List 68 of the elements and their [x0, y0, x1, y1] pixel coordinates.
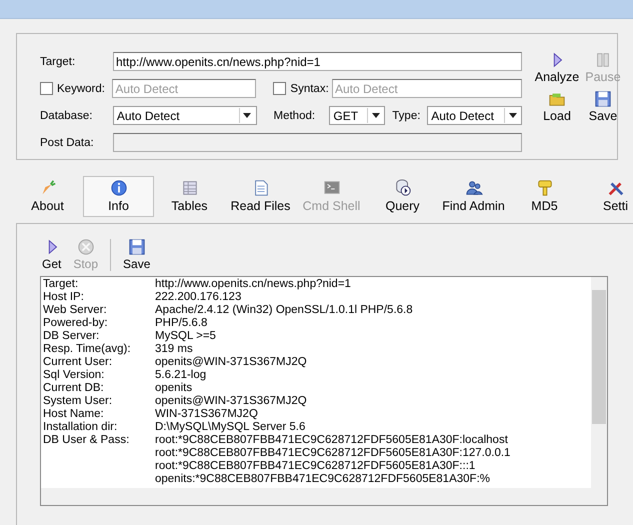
query-icon — [394, 179, 412, 197]
keyword-field[interactable]: Auto Detect — [112, 79, 256, 98]
vertical-scrollbar[interactable] — [591, 277, 607, 488]
post-data-label: Post Data: — [40, 136, 95, 148]
toolbar-tab[interactable]: Tables — [154, 176, 225, 217]
info-value: openits@WIN-371S367MJ2Q — [155, 395, 307, 408]
info-value: 319 ms — [155, 343, 193, 356]
type-label: Type: — [392, 110, 422, 122]
toolbar-tab[interactable]: Setti — [580, 176, 633, 217]
get-button[interactable]: Get — [40, 238, 64, 271]
toolbar-tab[interactable]: Query — [367, 176, 438, 217]
syntax-checkbox[interactable] — [273, 82, 286, 95]
info-value: PHP/5.6.8 — [155, 317, 208, 330]
target-label: Target: — [40, 56, 76, 68]
syntax-label: Syntax: — [290, 82, 330, 94]
syntax-field[interactable]: Auto Detect — [332, 79, 522, 98]
info-label: Resp. Time(avg): — [43, 343, 132, 356]
info-label: Current User: — [43, 356, 114, 369]
save-button[interactable]: Save — [121, 238, 152, 271]
info-value: 5.6.21-log — [155, 369, 206, 382]
toolbar-tab[interactable]: MD5 — [509, 176, 580, 217]
analyze-button[interactable]: Analyze — [532, 51, 582, 84]
table-icon — [180, 179, 198, 197]
toolbar-tab[interactable]: Find Admin — [438, 176, 509, 217]
load-button[interactable]: Load — [532, 90, 582, 123]
info-value: WIN-371S367MJ2Q — [155, 408, 258, 421]
toolbar-tab[interactable]: Info — [83, 176, 154, 217]
keyword-label: Keyword: — [57, 82, 106, 94]
info-label: System User: — [43, 395, 114, 408]
keyword-checkbox[interactable] — [40, 82, 53, 95]
toolbar-tab[interactable]: About — [12, 176, 83, 217]
info-value: root:*9C88CEB807FBB471EC9C628712FDF5605E81A30F:localhost — [155, 434, 508, 447]
info-value: Apache/2.4.12 (Win32) OpenSSL/1.0.1l PHP/5.6.8 — [155, 304, 413, 317]
info-label: Powered-by: — [43, 317, 109, 330]
database-dropdown[interactable]: Auto Detect — [112, 106, 257, 125]
stop-icon — [76, 238, 95, 256]
info-text-area[interactable] — [40, 276, 608, 506]
save-button[interactable]: Save — [582, 90, 624, 123]
info-label: Current DB: — [43, 382, 105, 395]
info-label: Target: — [43, 278, 80, 291]
info-value: http://www.openits.cn/news.php?nid=1 — [155, 278, 351, 291]
info-label: Host IP: — [43, 291, 85, 304]
info-value: openits@WIN-371S367MJ2Q — [155, 356, 307, 369]
dropdown-arrow-icon — [504, 108, 520, 123]
info-value: D:\MySQL\MySQL Server 5.6 — [155, 421, 306, 434]
info-value: root:*9C88CEB807FBB471EC9C628712FDF5605E81A30F:::1 — [155, 460, 476, 473]
info-value: openits:*9C88CEB807FBB471EC9C628712FDF5605E81A30F:% — [155, 473, 490, 486]
info-label: Web Server: — [43, 304, 108, 317]
toolbar-tab[interactable]: Read Files — [225, 176, 296, 217]
type-dropdown[interactable]: Auto Detect — [427, 106, 522, 125]
info-label: Sql Version: — [43, 369, 106, 382]
info-label: Installation dir: — [43, 421, 118, 434]
method-label: Method: — [274, 110, 316, 122]
info-value: 222.200.176.123 — [155, 291, 242, 304]
info-value: root:*9C88CEB807FBB471EC9C628712FDF5605E81A30F:127.0.0.1 — [155, 447, 510, 460]
method-dropdown[interactable]: GET — [329, 106, 386, 125]
info-label: DB Server: — [43, 330, 100, 343]
users-icon — [464, 179, 482, 197]
target-field[interactable]: http://www.openits.cn/news.php?nid=1 — [113, 52, 522, 71]
pause-icon — [594, 51, 612, 69]
database-label: Database: — [40, 110, 94, 122]
terminal-icon — [322, 179, 340, 197]
horizontal-scrollbar[interactable] — [41, 488, 607, 505]
info-label: DB User & Pass: — [43, 434, 130, 447]
info-label: Host Name: — [43, 408, 105, 421]
info-value: MySQL >=5 — [155, 330, 216, 343]
info-icon — [110, 179, 128, 197]
info-value: openits — [155, 382, 192, 395]
